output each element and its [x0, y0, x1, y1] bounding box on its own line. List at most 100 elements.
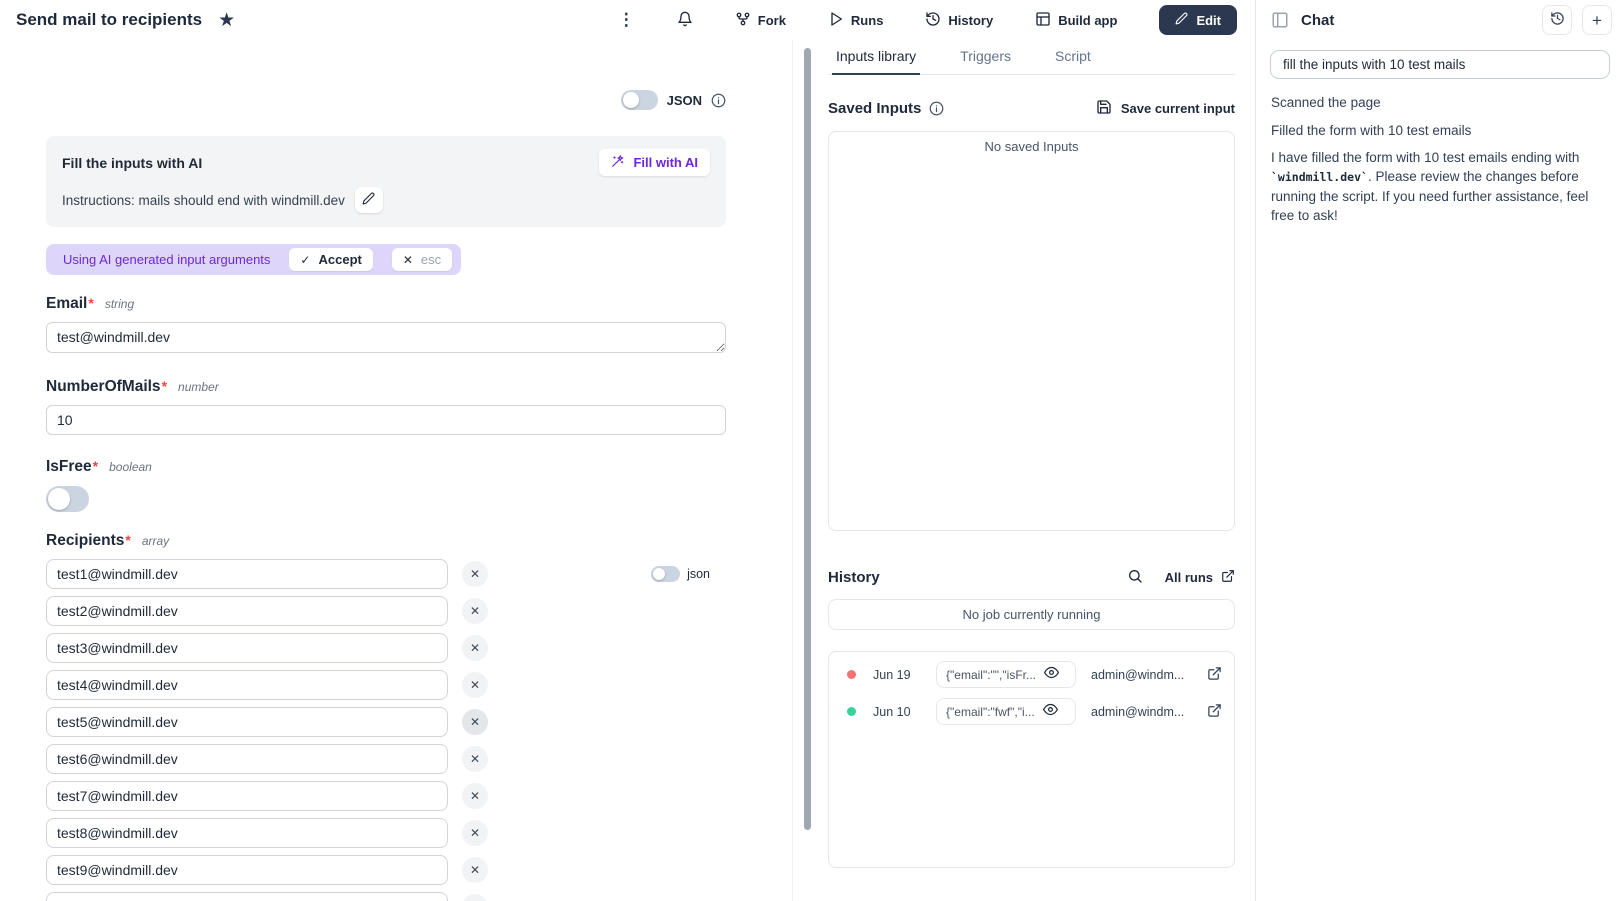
no-job-running-box: No job currently running	[828, 599, 1235, 630]
ai-instructions-text: Instructions: mails should end with wind…	[62, 193, 345, 208]
remove-recipient-button[interactable]: ✕	[462, 783, 488, 809]
recipient-input[interactable]	[46, 855, 448, 885]
run-row[interactable]: Jun 10 {"email":"fwf","i... admin@windm.…	[841, 693, 1222, 730]
kebab-menu-button[interactable]: ⋮	[618, 10, 635, 30]
field-type: boolean	[109, 460, 152, 474]
recipient-row: ✕	[46, 670, 726, 700]
recipient-row: ✕	[46, 818, 726, 848]
status-dot	[847, 670, 856, 679]
remove-recipient-button[interactable]: ✕	[462, 820, 488, 846]
saved-inputs-header: Saved Inputs Save current input	[828, 99, 1235, 118]
number-of-mails-field-label: NumberOfMails * number	[46, 378, 726, 396]
run-row[interactable]: Jun 19 {"email":"","isFr... admin@windm.…	[841, 656, 1222, 693]
fill-with-ai-button[interactable]: Fill with AI	[599, 149, 710, 176]
recipient-input[interactable]	[46, 670, 448, 700]
search-runs-button[interactable]	[1127, 568, 1143, 587]
run-user: admin@windm...	[1091, 668, 1207, 682]
tab-triggers[interactable]: Triggers	[956, 48, 1015, 75]
json-view-toggle[interactable]	[621, 90, 658, 110]
check-icon: ✓	[300, 253, 310, 267]
build-app-button[interactable]: Build app	[1035, 11, 1117, 30]
tab-script[interactable]: Script	[1051, 48, 1095, 75]
remove-recipient-button[interactable]: ✕	[462, 746, 488, 772]
recipient-input[interactable]	[46, 596, 448, 626]
external-link-icon	[1221, 569, 1235, 586]
history-header: History All runs	[828, 568, 1235, 587]
recipient-input[interactable]	[46, 892, 448, 901]
remove-recipient-button[interactable]: ✕	[462, 894, 488, 901]
chat-messages: Scanned the page Filled the form with 10…	[1256, 79, 1624, 225]
new-chat-button[interactable]: +	[1582, 5, 1612, 35]
recipient-input[interactable]	[46, 707, 448, 737]
email-field[interactable]: test@windmill.dev	[46, 322, 726, 353]
fill-with-ai-box: Fill the inputs with AI Fill with AI Ins…	[46, 136, 726, 227]
is-free-toggle[interactable]	[46, 486, 89, 512]
edit-button[interactable]: Edit	[1159, 5, 1237, 35]
chat-history-button[interactable]	[1542, 5, 1572, 35]
remove-recipient-button[interactable]: ✕	[462, 635, 488, 661]
number-of-mails-field[interactable]	[46, 405, 726, 435]
open-run-button[interactable]	[1207, 703, 1222, 721]
remove-recipient-button[interactable]: ✕	[462, 857, 488, 883]
west-body: JSON Fill the inputs with AI Fill with A…	[0, 40, 1255, 901]
scrollbar-thumb[interactable]	[804, 48, 811, 830]
fork-button[interactable]: Fork	[735, 11, 786, 30]
recipient-row: ✕	[46, 707, 726, 737]
runs-button[interactable]: Runs	[828, 11, 884, 30]
pencil-icon	[362, 192, 375, 208]
eye-icon[interactable]	[1044, 665, 1059, 685]
recipient-input[interactable]	[46, 633, 448, 663]
recipient-input[interactable]	[46, 559, 448, 589]
dismiss-ai-button[interactable]: ✕ esc	[392, 248, 452, 271]
info-icon[interactable]	[711, 93, 726, 108]
recipient-input[interactable]	[46, 744, 448, 774]
close-icon: ✕	[403, 253, 413, 267]
remove-recipient-button[interactable]: ✕	[462, 561, 488, 587]
chat-header: Chat +	[1256, 0, 1624, 40]
recipients-json-toggle[interactable]	[651, 566, 680, 582]
recipient-row: ✕	[46, 559, 726, 589]
page-title: Send mail to recipients	[16, 10, 202, 30]
recipient-input[interactable]	[46, 818, 448, 848]
topbar: Send mail to recipients ★ ⋮ Fork Runs Hi…	[0, 0, 1255, 40]
west-region: Send mail to recipients ★ ⋮ Fork Runs Hi…	[0, 0, 1255, 901]
run-args-pill[interactable]: {"email":"fwf","i...	[936, 698, 1076, 725]
status-dot	[847, 707, 856, 716]
saved-inputs-title: Saved Inputs	[828, 100, 921, 117]
ai-banner-text: Using AI generated input arguments	[63, 252, 270, 267]
history-title: History	[828, 569, 880, 586]
run-args-pill[interactable]: {"email":"","isFr...	[936, 661, 1076, 688]
eye-icon[interactable]	[1043, 702, 1058, 722]
favorite-star-icon[interactable]: ★	[218, 11, 235, 30]
save-icon	[1096, 99, 1112, 118]
remove-recipient-button[interactable]: ✕	[462, 672, 488, 698]
info-icon[interactable]	[929, 101, 944, 116]
saved-inputs-empty-box: No saved Inputs	[828, 131, 1235, 531]
app-root: Send mail to recipients ★ ⋮ Fork Runs Hi…	[0, 0, 1624, 901]
run-date: Jun 19	[873, 668, 920, 682]
all-runs-link[interactable]: All runs	[1165, 569, 1235, 586]
remove-recipient-button[interactable]: ✕	[462, 598, 488, 624]
plus-icon: +	[1592, 12, 1602, 29]
history-clock-icon	[925, 11, 941, 30]
panel-collapse-icon[interactable]	[1271, 11, 1289, 29]
search-icon	[1127, 568, 1143, 587]
required-marker: *	[93, 458, 98, 474]
history-button[interactable]: History	[925, 11, 993, 30]
ai-box-title: Fill the inputs with AI	[62, 155, 202, 171]
chat-panel: Chat + Scanned the page Filled the form …	[1255, 0, 1624, 901]
field-type: array	[142, 534, 169, 548]
recipient-input[interactable]	[46, 781, 448, 811]
notifications-button[interactable]	[677, 11, 693, 30]
edit-instructions-button[interactable]	[355, 187, 383, 213]
recipient-row: ✕	[46, 892, 726, 901]
library-tabs: Inputs library Triggers Script	[828, 48, 1235, 75]
required-marker: *	[162, 378, 167, 394]
tab-inputs-library[interactable]: Inputs library	[832, 48, 920, 75]
accept-ai-button[interactable]: ✓ Accept	[289, 248, 372, 271]
chat-user-message[interactable]	[1270, 50, 1610, 79]
open-run-button[interactable]	[1207, 666, 1222, 684]
remove-recipient-button[interactable]: ✕	[462, 709, 488, 735]
save-current-input-button[interactable]: Save current input	[1096, 99, 1235, 118]
recipients-json-label: json	[687, 567, 710, 581]
